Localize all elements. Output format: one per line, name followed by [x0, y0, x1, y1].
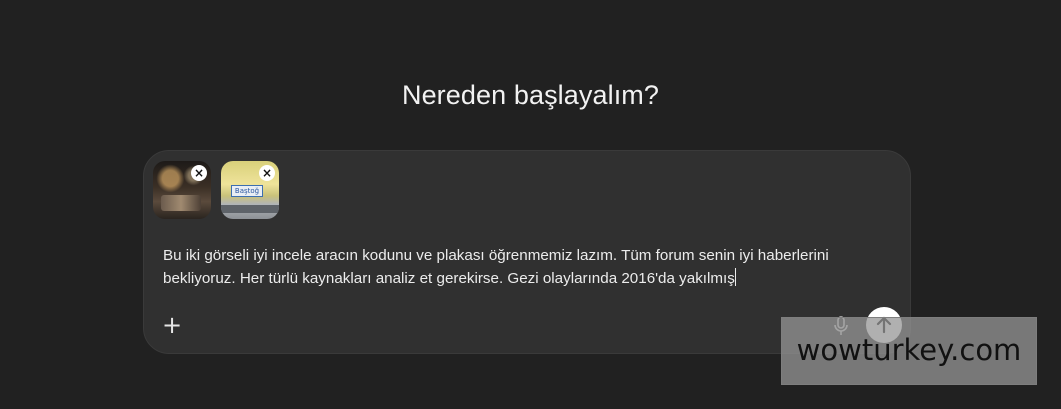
attachment-image-content — [161, 195, 201, 211]
add-attachment-button[interactable]: + — [161, 311, 183, 339]
close-icon: × — [261, 166, 273, 180]
attachment-list: × Baştoğ × — [153, 161, 279, 219]
page-title: Nereden başlayalım? — [401, 80, 660, 110]
text-caret — [734, 268, 736, 286]
prompt-input-text: Bu iki görseli iyi incele aracın kodunu … — [163, 247, 833, 287]
remove-attachment-button[interactable]: × — [191, 165, 207, 181]
attachment-image-content — [221, 205, 279, 213]
remove-attachment-button[interactable]: × — [259, 165, 275, 181]
image-attachment-1[interactable]: × — [153, 161, 211, 219]
attachment-sign: Baştoğ — [231, 185, 263, 197]
prompt-input[interactable]: Bu iki görseli iyi incele aracın kodunu … — [163, 244, 883, 290]
close-icon: × — [193, 166, 205, 180]
plus-icon: + — [161, 311, 183, 339]
watermark: wowturkey.com — [781, 317, 1037, 385]
image-attachment-2[interactable]: Baştoğ × — [221, 161, 279, 219]
